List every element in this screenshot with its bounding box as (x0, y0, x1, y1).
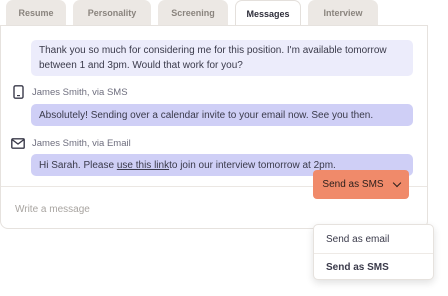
message-bubble-sms: Absolutely! Sending over a calendar invi… (31, 104, 413, 126)
tab-bar: Resume Personality Screening Messages In… (6, 0, 378, 26)
chevron-down-icon (392, 178, 401, 188)
tab-interview[interactable]: Interview (308, 0, 378, 26)
phone-icon (11, 85, 25, 99)
tab-personality[interactable]: Personality (73, 0, 151, 26)
send-as-sms-button[interactable]: Send as SMS (313, 170, 409, 199)
tab-resume[interactable]: Resume (6, 0, 66, 26)
sender-label: James Smith, via Email (32, 137, 131, 149)
envelope-icon (11, 136, 25, 150)
menu-item-send-email[interactable]: Send as email (314, 225, 433, 253)
tab-messages[interactable]: Messages (235, 0, 301, 26)
tab-screening[interactable]: Screening (158, 0, 228, 26)
interview-link[interactable]: use this link (117, 158, 169, 173)
menu-item-send-sms[interactable]: Send as SMS (314, 253, 433, 281)
message-sender-sms: James Smith, via SMS (11, 85, 128, 99)
message-text: to join our interview tomorrow at 2pm. (169, 159, 336, 171)
send-options-menu: Send as email Send as SMS (313, 224, 434, 280)
sender-label: James Smith, via SMS (32, 86, 128, 98)
message-sender-email: James Smith, via Email (11, 136, 131, 150)
message-input[interactable]: Write a message (15, 204, 90, 215)
message-bubble-candidate: Thank you so much for considering me for… (31, 40, 413, 76)
send-button-label: Send as SMS (322, 179, 384, 190)
message-text: Hi Sarah. Please (39, 159, 115, 171)
